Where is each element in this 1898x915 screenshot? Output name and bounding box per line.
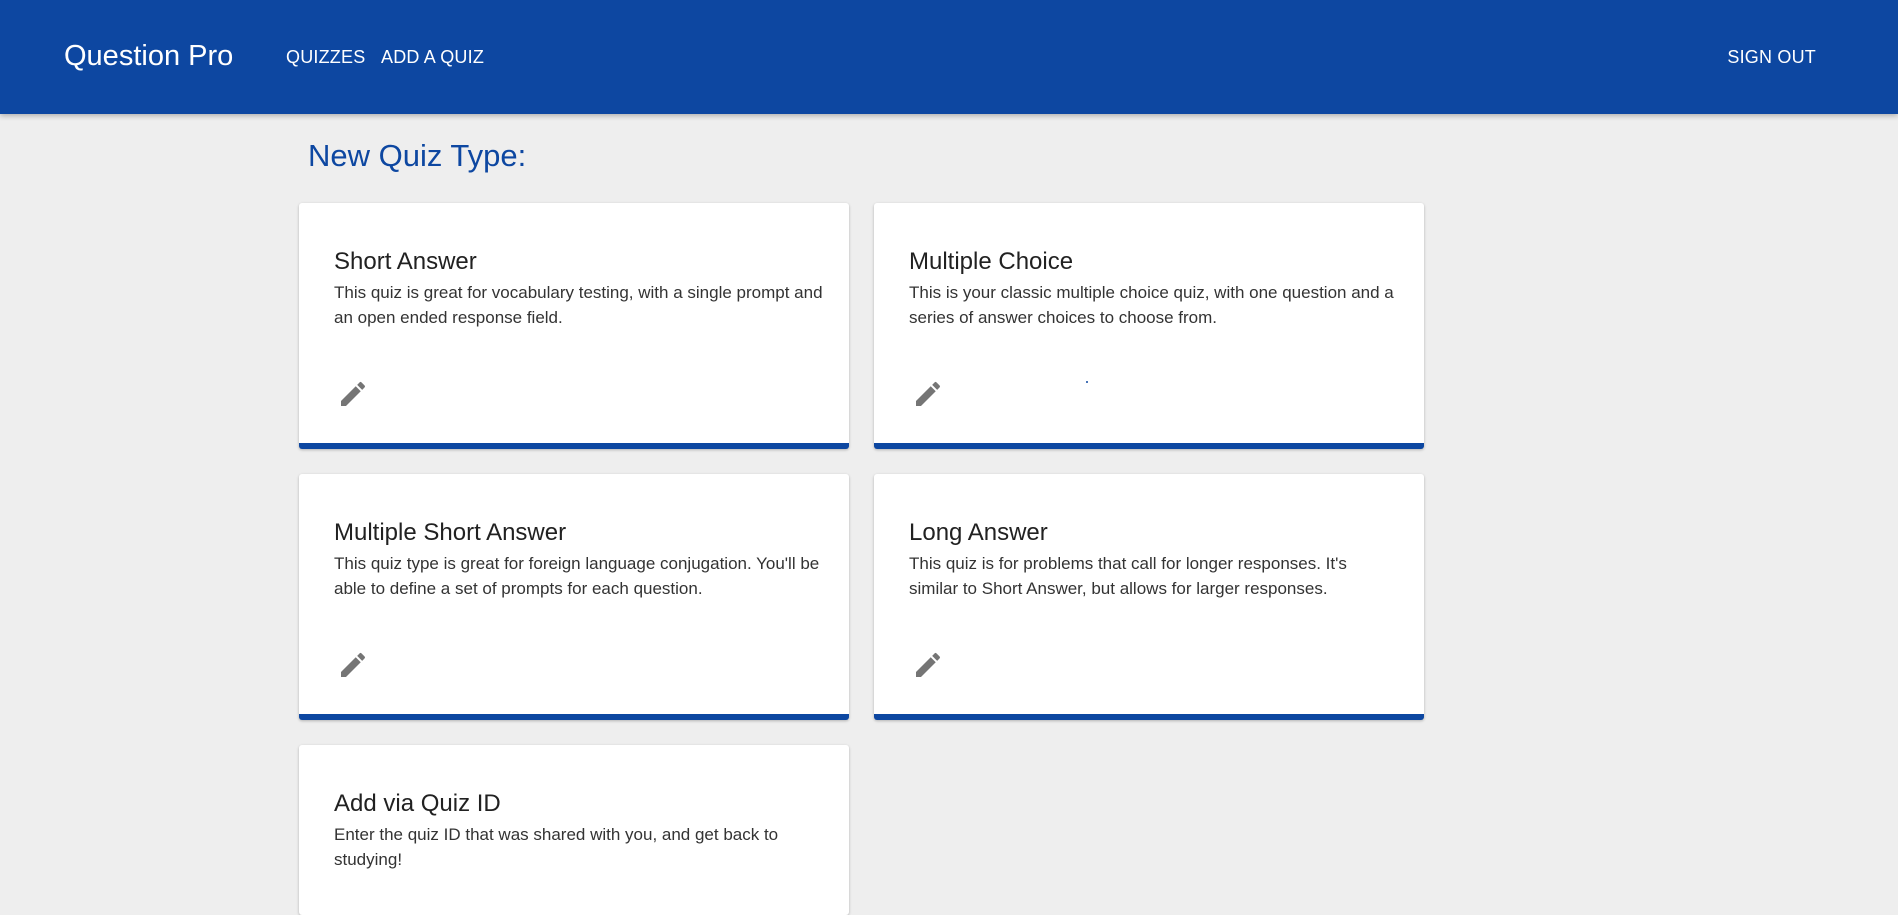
pencil-icon[interactable] [337,378,369,410]
card-title: Short Answer [334,248,477,275]
top-navbar: Question Pro QUIZZES ADD A QUIZ SIGN OUT [0,0,1898,114]
page-title: New Quiz Type: [308,138,527,173]
card-description: This is your classic multiple choice qui… [909,283,1394,327]
quiz-type-card-multiple-choice[interactable]: Multiple Choice This is your classic mul… [874,203,1424,449]
quiz-type-card-multiple-short-answer[interactable]: Multiple Short Answer This quiz type is … [299,474,849,720]
card-description: Enter the quiz ID that was shared with y… [334,825,779,869]
nav-link-quizzes[interactable]: QUIZZES [286,46,365,68]
pencil-icon[interactable] [337,649,369,681]
card-description: This quiz is for problems that call for … [909,554,1347,598]
quiz-type-card-short-answer[interactable]: Short Answer This quiz is great for voca… [299,203,849,449]
card-description: This quiz type is great for foreign lang… [334,554,820,598]
pencil-icon[interactable] [912,649,944,681]
card-title: Add via Quiz ID [334,790,501,817]
brand-logo-link[interactable]: Question Pro [64,38,233,74]
quiz-type-card-add-via-id[interactable]: Add via Quiz ID Enter the quiz ID that w… [299,745,849,915]
quiz-type-card-long-answer[interactable]: Long Answer This quiz is for problems th… [874,474,1424,720]
card-title: Multiple Choice [909,248,1074,275]
card-title: Long Answer [909,519,1048,546]
card-title: Multiple Short Answer [334,519,567,546]
decorative-dot [1086,381,1088,383]
sign-out-link[interactable]: SIGN OUT [1727,46,1816,68]
nav-link-add-a-quiz[interactable]: ADD A QUIZ [381,46,484,68]
card-description: This quiz is great for vocabulary testin… [334,283,823,327]
pencil-icon[interactable] [912,378,944,410]
